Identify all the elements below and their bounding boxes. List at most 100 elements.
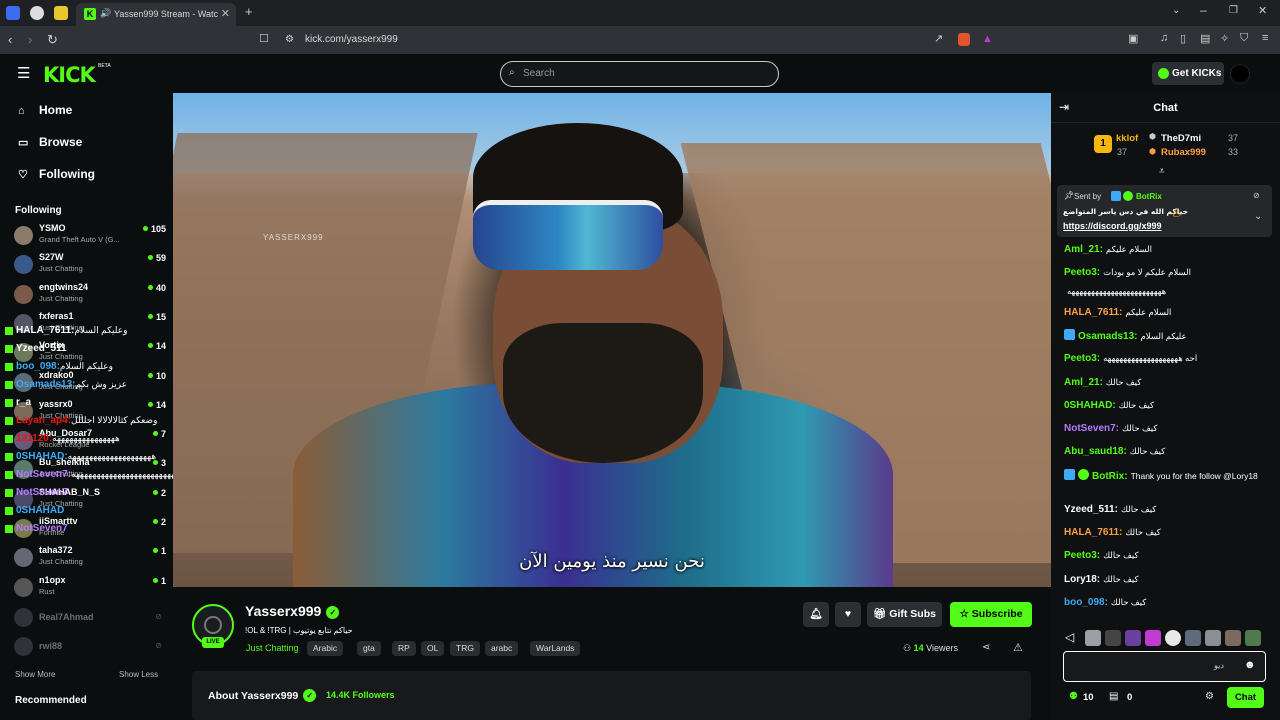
following-item-offline[interactable]: Real7Ahmad ⊘ bbox=[14, 605, 166, 633]
chat-username[interactable]: Aml_21: bbox=[1064, 244, 1103, 255]
emote-icon[interactable] bbox=[1225, 630, 1241, 646]
speaker-icon[interactable]: 🔊 bbox=[100, 8, 111, 19]
nav-home[interactable]: ⌂ Home bbox=[18, 103, 72, 117]
emote-icon[interactable] bbox=[1245, 630, 1261, 646]
sidebar-toggle-icon[interactable]: ▯ bbox=[1180, 32, 1186, 45]
maximize-icon[interactable]: ❐ bbox=[1229, 5, 1238, 16]
tag-chip[interactable]: RP bbox=[392, 641, 416, 656]
back-icon[interactable]: ‹ bbox=[8, 32, 12, 47]
tag-chip[interactable]: OL bbox=[421, 641, 445, 656]
video-player[interactable]: YASSERX999 نحن نسير منذ يومين الآن bbox=[173, 93, 1051, 587]
minimize-icon[interactable]: – bbox=[1200, 3, 1207, 17]
emote-icon[interactable] bbox=[1165, 630, 1181, 646]
close-window-icon[interactable]: ✕ bbox=[1258, 4, 1267, 17]
tag-chip[interactable]: WarLands bbox=[530, 641, 581, 656]
chat-username[interactable]: boo_098: bbox=[1064, 597, 1108, 608]
nav-browse[interactable]: ▭ Browse bbox=[18, 135, 82, 149]
subscribe-button[interactable]: ☆ Subscribe bbox=[950, 602, 1032, 627]
show-less-link[interactable]: Show Less bbox=[119, 670, 158, 679]
user-avatar[interactable] bbox=[1230, 64, 1250, 84]
notification-bell-button[interactable]: 🔔︎ bbox=[803, 602, 829, 627]
forward-icon[interactable]: › bbox=[28, 32, 32, 47]
following-item[interactable]: YSMO Grand Theft Auto V (G... 105 bbox=[14, 223, 166, 251]
emote-icon[interactable] bbox=[1145, 630, 1161, 646]
following-item[interactable]: engtwins24 Just Chatting 40 bbox=[14, 282, 166, 310]
tag-chip[interactable]: gta bbox=[357, 641, 381, 656]
chat-username[interactable]: HALA_7611: bbox=[1064, 527, 1122, 538]
search-input[interactable]: ⌕ Search bbox=[500, 61, 779, 87]
chat-username[interactable]: Yzeed_511: bbox=[1064, 504, 1118, 515]
get-kicks-button[interactable]: Get KICKs bbox=[1152, 62, 1224, 85]
chat-username[interactable]: Peeto3: bbox=[1064, 267, 1100, 278]
tag-chip[interactable]: arabc bbox=[485, 641, 519, 656]
reader-icon[interactable]: ▣ bbox=[1128, 32, 1138, 45]
chat-username[interactable]: Aml_21: bbox=[1064, 377, 1103, 388]
chat-input[interactable]: ديو ☻ bbox=[1063, 651, 1266, 682]
kicks-count[interactable]: 10 bbox=[1083, 692, 1094, 703]
emote-icon[interactable] bbox=[1185, 630, 1201, 646]
site-info-icon[interactable]: ⚙ bbox=[285, 34, 294, 45]
new-tab-icon[interactable]: + bbox=[245, 4, 253, 19]
active-tab[interactable]: K 🔊 Yassen999 Stream - Watch Li ✕ bbox=[76, 3, 236, 26]
report-icon[interactable]: ⚠ bbox=[1013, 641, 1023, 654]
hamburger-menu-icon[interactable]: ☰ bbox=[17, 64, 30, 82]
chat-username[interactable]: Peeto3: bbox=[1064, 353, 1100, 364]
emote-icon[interactable] bbox=[1125, 630, 1141, 646]
following-item[interactable]: n1opx Rust 1 bbox=[14, 575, 166, 603]
chat-username[interactable]: Lory18: bbox=[1064, 574, 1100, 585]
chat-username[interactable]: 0SHAHAD: bbox=[1064, 400, 1116, 411]
reload-icon[interactable]: ↻ bbox=[47, 32, 58, 48]
tag-chip[interactable]: TRG bbox=[450, 641, 480, 656]
share-icon[interactable]: ⋖ bbox=[982, 642, 990, 653]
send-chat-button[interactable]: Chat bbox=[1227, 687, 1264, 708]
show-more-link[interactable]: Show More bbox=[15, 670, 55, 679]
tab-icon[interactable] bbox=[54, 6, 68, 20]
pinned-link[interactable]: https://discord.gg/x999 bbox=[1063, 221, 1162, 231]
chevron-down-icon[interactable]: ⌄ bbox=[1254, 211, 1262, 222]
leader-name[interactable]: Rubax999 bbox=[1161, 147, 1206, 158]
menu-icon[interactable] bbox=[6, 6, 20, 20]
tab-list-icon[interactable]: ⌄ bbox=[1172, 5, 1180, 16]
kick-logo[interactable]: KICK bbox=[43, 63, 96, 87]
tag-chip[interactable]: Arabic bbox=[307, 641, 344, 656]
following-item[interactable]: taha372 Just Chatting 1 bbox=[14, 545, 166, 573]
url-field[interactable]: kick.com/yasserx999 bbox=[305, 34, 398, 45]
close-tab-icon[interactable]: ✕ bbox=[221, 7, 230, 20]
emoji-picker-icon[interactable]: ☻ bbox=[1244, 659, 1256, 671]
rewards-icon[interactable]: ▲ bbox=[982, 33, 993, 45]
expand-leaderboard-icon[interactable]: ⩡ bbox=[1159, 166, 1165, 177]
chat-username[interactable]: Peeto3: bbox=[1064, 550, 1100, 561]
gift-icon[interactable]: ▤ bbox=[1109, 691, 1118, 702]
tab-icon[interactable] bbox=[30, 6, 44, 20]
chat-username[interactable]: BotRix: bbox=[1092, 471, 1128, 482]
leader-name[interactable]: TheD7mi bbox=[1161, 133, 1201, 144]
chat-username[interactable]: NotSeven7: bbox=[1064, 423, 1119, 434]
share-icon[interactable]: ↗ bbox=[934, 32, 943, 45]
media-icon[interactable]: ♫ bbox=[1160, 32, 1168, 44]
vpn-icon[interactable]: ⛉ bbox=[1240, 32, 1248, 45]
emote-icon[interactable] bbox=[1105, 630, 1121, 646]
following-item-offline[interactable]: rwi88 ⊘ bbox=[14, 634, 166, 662]
wallet-icon[interactable]: ▤ bbox=[1200, 32, 1210, 45]
settings-gear-icon[interactable]: ⚙ bbox=[1205, 691, 1214, 702]
send-arrow-icon[interactable]: ◁ bbox=[1065, 630, 1081, 646]
bookmark-icon[interactable]: ☐ bbox=[259, 32, 269, 45]
emote-icon[interactable] bbox=[1085, 630, 1101, 646]
chat-username[interactable]: Osamads13: bbox=[1078, 331, 1137, 342]
leader-name[interactable]: kklof bbox=[1116, 133, 1138, 144]
channel-name[interactable]: Yasserx999 bbox=[245, 603, 321, 619]
leo-icon[interactable]: ✧ bbox=[1220, 32, 1229, 45]
nav-following[interactable]: ♡ Following bbox=[18, 167, 95, 181]
brave-shield-icon[interactable] bbox=[958, 33, 970, 46]
browser-menu-icon[interactable]: ≡ bbox=[1262, 32, 1268, 44]
emote-icon[interactable] bbox=[1205, 630, 1221, 646]
chat-username[interactable]: Abu_saud18: bbox=[1064, 446, 1127, 457]
follow-heart-button[interactable]: ♥ bbox=[835, 602, 861, 627]
gift-subs-button[interactable]: 🎁︎ Gift Subs bbox=[867, 602, 942, 627]
viewer-count: 14 bbox=[147, 341, 166, 351]
pinned-user[interactable]: BotRix bbox=[1136, 192, 1162, 201]
unpin-icon[interactable]: ⊘ bbox=[1253, 191, 1260, 200]
following-item[interactable]: S27W Just Chatting 59 bbox=[14, 252, 166, 280]
chat-username[interactable]: HALA_7611: bbox=[1064, 307, 1122, 318]
stream-category[interactable]: Just Chatting bbox=[246, 643, 299, 653]
